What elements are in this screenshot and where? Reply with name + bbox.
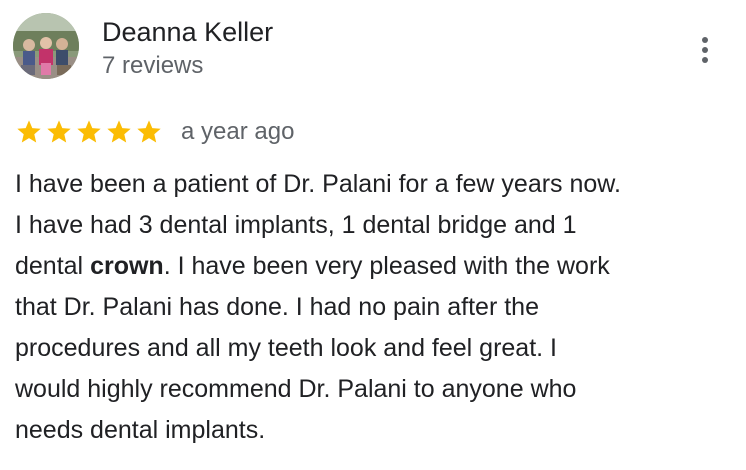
avatar[interactable] [13, 13, 79, 79]
star-icon [47, 120, 71, 143]
review-text-highlight: crown [90, 252, 164, 280]
star-icon [77, 120, 101, 143]
star-icon [137, 120, 161, 143]
review-text-part: . I have been very pleased with the work… [15, 252, 610, 444]
star-rating [15, 118, 163, 146]
star-icon [17, 120, 41, 143]
more-vert-icon [702, 37, 708, 63]
review-count[interactable]: 7 reviews [102, 51, 203, 81]
review-text: I have been a patient of Dr. Palani for … [15, 164, 735, 451]
review-date: a year ago [181, 118, 295, 145]
reviewer-name[interactable]: Deanna Keller [102, 15, 273, 49]
star-icon [107, 120, 131, 143]
rating-row: a year ago [15, 117, 294, 147]
more-options-button[interactable] [692, 32, 718, 68]
